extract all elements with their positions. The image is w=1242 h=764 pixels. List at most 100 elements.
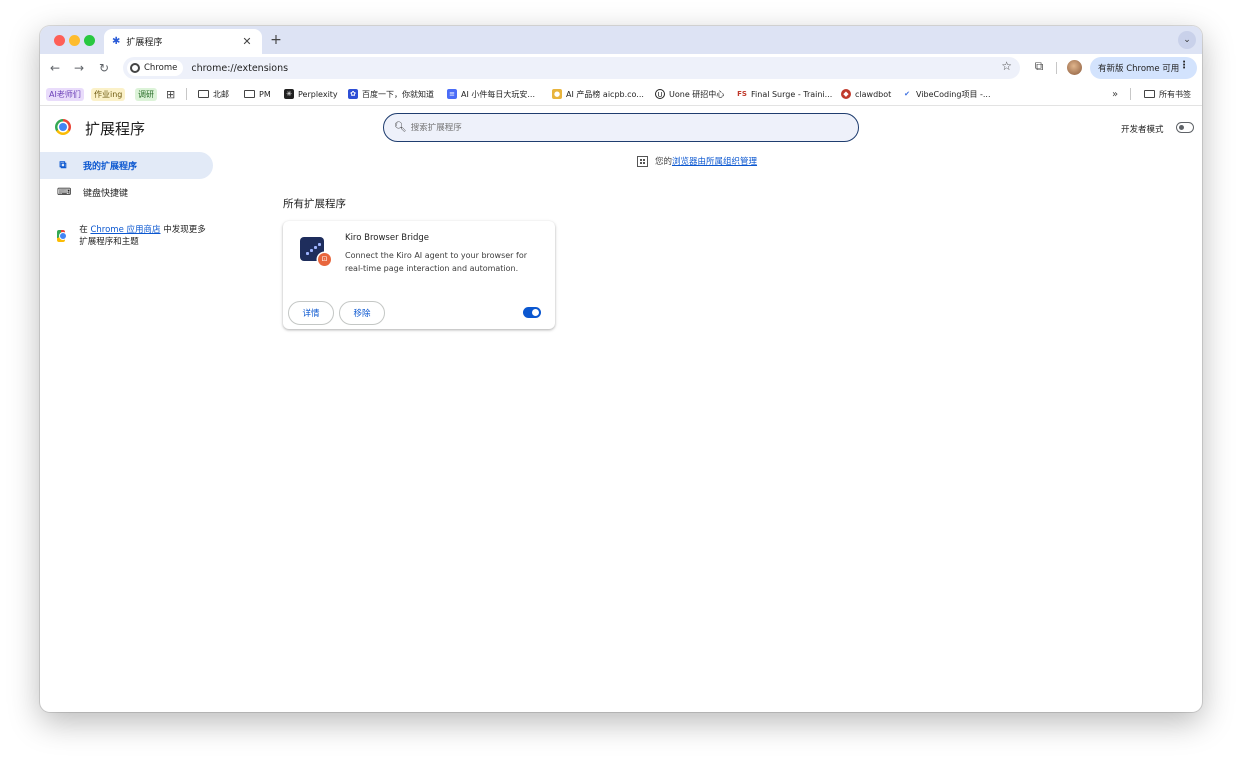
bookmark-item[interactable]: FS Final Surge - Traini... — [737, 87, 832, 101]
separator — [186, 87, 187, 101]
all-bookmarks-folder[interactable]: 所有书签 — [1144, 87, 1191, 101]
bookmark-label: Uone 研招中心 — [669, 89, 725, 99]
bookmark-label: 作业ing — [91, 87, 126, 101]
medal-icon: ● — [552, 89, 562, 99]
bookmark-label: 调研 — [135, 87, 157, 101]
developer-mode-toggle[interactable] — [1176, 122, 1194, 133]
bookmark-label: Perplexity — [298, 89, 338, 99]
folder-icon — [1144, 90, 1155, 98]
profile-avatar[interactable] — [1067, 60, 1082, 75]
back-button[interactable]: ← — [46, 59, 64, 77]
sidebar-item-label: 我的扩展程序 — [83, 162, 138, 172]
bookmark-label: PM — [259, 89, 271, 99]
bookmark-item[interactable]: ✿ 百度一下，你就知道 — [348, 87, 434, 101]
bookmark-label: AI 产品榜 aicpb.co... — [566, 89, 644, 99]
doc-icon: ≡ — [447, 89, 457, 99]
separator — [1130, 87, 1131, 101]
web-store-promo: 在 Chrome 应用商店 中发现更多扩展程序和主题 — [57, 224, 207, 248]
extension-description: Connect the Kiro AI agent to your browse… — [345, 251, 527, 273]
reload-button[interactable]: ↻ — [95, 59, 113, 77]
vibe-coding-icon: ✔ — [902, 89, 912, 99]
extension-enable-toggle[interactable] — [523, 307, 541, 318]
building-icon — [637, 155, 648, 167]
browser-window: ✱ 扩展程序 ✕ + ⌄ ← → ↻ Chrome chrome://exten… — [40, 26, 1202, 712]
toolbar-divider — [1056, 62, 1057, 74]
tab-search-chevron-icon[interactable]: ⌄ — [1178, 31, 1196, 49]
folder-icon — [198, 90, 209, 98]
remove-button[interactable]: 移除 — [339, 301, 385, 325]
extensions-puzzle-icon[interactable]: ⧉ — [1030, 59, 1048, 77]
url-text[interactable]: chrome://extensions — [191, 63, 288, 74]
puzzle-icon: ⧉ — [59, 159, 67, 171]
extension-card: ⊡ Kiro Browser Bridge Connect the Kiro A… — [283, 221, 555, 329]
final-surge-icon: FS — [737, 89, 747, 99]
bookmark-item[interactable]: ≡ AI 小件每日大玩安... — [447, 87, 535, 101]
update-chrome-button[interactable]: 有新版 Chrome 可用 ⋮ — [1090, 57, 1197, 79]
search-extensions-box[interactable]: 🔍︎ — [383, 113, 859, 142]
bookmark-item[interactable]: ● AI 产品榜 aicpb.co... — [552, 87, 644, 101]
managed-link[interactable]: 浏览器由所属组织管理 — [672, 155, 757, 167]
site-info-chip[interactable]: Chrome — [127, 60, 184, 76]
bookmark-item[interactable]: 作业ing — [91, 87, 126, 101]
folder-icon — [244, 90, 255, 98]
update-chrome-label: 有新版 Chrome 可用 — [1098, 64, 1180, 74]
bookmark-star-icon[interactable]: ☆ — [1001, 59, 1012, 73]
bookmark-label: Final Surge - Traini... — [751, 89, 833, 99]
clawdbot-icon: ◆ — [841, 89, 851, 99]
extension-name: Kiro Browser Bridge — [345, 233, 429, 243]
section-title: 所有扩展程序 — [283, 198, 346, 210]
forward-button[interactable]: → — [70, 59, 88, 77]
chrome-icon — [130, 63, 140, 73]
puzzle-icon: ✱ — [112, 36, 121, 47]
address-bar[interactable]: Chrome chrome://extensions ☆ — [123, 57, 1020, 79]
bookmark-label: 北邮 — [213, 89, 229, 99]
extensions-header: 扩展程序 🔍︎ 开发者模式 — [40, 106, 1202, 150]
bookmark-folder[interactable]: PM — [244, 87, 271, 101]
tab-strip: ✱ 扩展程序 ✕ + ⌄ — [40, 26, 1202, 54]
perplexity-icon: ✳ — [284, 89, 294, 99]
new-tab-button[interactable]: + — [268, 30, 284, 50]
search-input[interactable] — [410, 122, 811, 133]
bookmark-item[interactable]: U Uone 研招中心 — [655, 87, 724, 101]
bookmarks-overflow-button[interactable]: » — [1112, 87, 1118, 101]
extension-badge-icon: ⊡ — [318, 253, 331, 266]
developer-mode-label: 开发者模式 — [1121, 125, 1164, 135]
page-title: 扩展程序 — [85, 120, 146, 138]
details-button[interactable]: 详情 — [288, 301, 334, 325]
managed-prefix: 您的 — [655, 157, 673, 167]
bookmark-label: AI 小件每日大玩安... — [461, 89, 536, 99]
chrome-logo-icon — [55, 119, 71, 135]
bookmark-item[interactable]: AI老师们 — [46, 87, 84, 101]
site-info-label: Chrome — [144, 63, 178, 73]
bookmark-item[interactable]: ✳ Perplexity — [284, 87, 338, 101]
toolbar: ← → ↻ Chrome chrome://extensions ☆ ⧉ 有新版… — [40, 54, 1202, 82]
baidu-paw-icon: ✿ — [348, 89, 358, 99]
bookmark-label: AI老师们 — [46, 87, 84, 101]
sidebar-item-my-extensions[interactable]: ⧉ 我的扩展程序 — [40, 152, 213, 179]
bookmark-folder[interactable]: 北邮 — [198, 87, 229, 101]
sidebar: ⧉ 我的扩展程序 ⌨ 键盘快捷键 在 Chrome 应用商店 中发现更多扩展程序… — [40, 150, 216, 710]
bookmark-item[interactable]: ◆ clawdbot — [841, 87, 891, 101]
bookmark-label: VibeCoding项目 -... — [916, 89, 991, 99]
sidebar-item-keyboard-shortcuts[interactable]: ⌨ 键盘快捷键 — [40, 179, 213, 206]
keyboard-icon: ⌨ — [57, 186, 72, 198]
tab-extensions[interactable]: ✱ 扩展程序 ✕ — [104, 29, 262, 54]
bookmark-label: 所有书签 — [1159, 89, 1191, 99]
search-icon: 🔍︎ — [394, 122, 407, 133]
maximize-window-button[interactable] — [84, 35, 95, 46]
bookmark-item[interactable]: ✔ VibeCoding项目 -... — [902, 87, 991, 101]
menu-dots-icon[interactable]: ⋮ — [1179, 60, 1189, 71]
web-store-icon — [57, 230, 67, 242]
bookmarks-bar: AI老师们 作业ing 调研 ⊞ 北邮 PM ✳ Perplexity ✿ 百度… — [40, 82, 1202, 106]
tab-close-icon[interactable]: ✕ — [240, 35, 254, 48]
web-store-link[interactable]: Chrome 应用商店 — [90, 225, 160, 235]
bookmark-label: clawdbot — [855, 89, 892, 99]
sidebar-item-label: 键盘快捷键 — [83, 189, 129, 199]
minimize-window-button[interactable] — [69, 35, 80, 46]
close-window-button[interactable] — [54, 35, 65, 46]
apps-grid-icon[interactable]: ⊞ — [166, 87, 175, 101]
bookmark-item[interactable]: 调研 — [135, 87, 157, 101]
bookmark-label: 百度一下，你就知道 — [362, 89, 434, 99]
managed-notice: 您的 浏览器由所属组织管理 — [637, 155, 757, 167]
tab-title: 扩展程序 — [126, 38, 163, 48]
